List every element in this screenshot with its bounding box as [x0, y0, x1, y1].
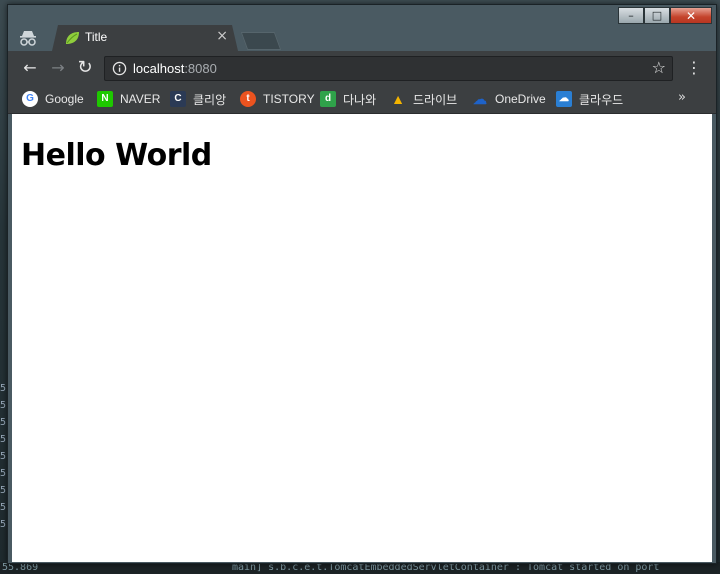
- tab-strip: Title ×: [8, 23, 716, 51]
- danawa-icon: d: [320, 91, 336, 107]
- bookmark-label: 클라우드: [579, 92, 624, 107]
- browser-toolbar: ← → ↻ localhost:8080 ☆ ⋮: [8, 51, 716, 85]
- leaf-icon: [64, 31, 80, 45]
- url-text: localhost:8080: [133, 61, 217, 76]
- info-icon[interactable]: [112, 61, 127, 76]
- bookmark-label: 클리앙: [193, 92, 227, 107]
- star-icon[interactable]: ☆: [652, 58, 666, 77]
- bookmark-label: OneDrive: [495, 92, 546, 106]
- back-button[interactable]: ←: [19, 57, 41, 79]
- bookmarks-bar: G Google N NAVER C 클리앙 t TISTORY d 다나와 ▲…: [8, 85, 716, 114]
- browser-window: – □ ✕ Title × ← → ↻ localhost:8080 ☆ ⋮ G…: [7, 4, 717, 564]
- bookmark-google[interactable]: G Google: [22, 90, 84, 108]
- bookmark-naver[interactable]: N NAVER: [97, 90, 160, 108]
- close-window-button[interactable]: ✕: [670, 7, 712, 24]
- bookmarks-more-icon[interactable]: »: [678, 90, 686, 105]
- incognito-icon: [20, 31, 36, 46]
- bookmark-onedrive[interactable]: ☁ OneDrive: [472, 90, 546, 108]
- bookmark-danawa[interactable]: d 다나와: [320, 90, 376, 108]
- tab-close-icon[interactable]: ×: [216, 28, 228, 44]
- tab-title: Title: [85, 30, 108, 44]
- minimize-button[interactable]: –: [618, 7, 644, 24]
- tab-active[interactable]: Title ×: [52, 25, 238, 51]
- new-tab-button[interactable]: [240, 32, 282, 50]
- address-bar[interactable]: localhost:8080 ☆: [104, 56, 673, 81]
- bookmark-label: TISTORY: [263, 92, 315, 106]
- maximize-button[interactable]: □: [644, 7, 670, 24]
- page-content: Hello World: [12, 114, 712, 562]
- google-icon: G: [22, 91, 38, 107]
- naver-icon: N: [97, 91, 113, 107]
- bookmark-label: 다나와: [343, 92, 377, 107]
- bookmark-label: 드라이브: [413, 92, 458, 107]
- bookmark-label: Google: [45, 92, 84, 106]
- reload-button[interactable]: ↻: [74, 57, 96, 79]
- clien-icon: C: [170, 91, 186, 107]
- bookmark-cloud[interactable]: ☁ 클라우드: [556, 90, 623, 108]
- onedrive-icon: ☁: [473, 91, 487, 107]
- url-host: localhost: [133, 61, 185, 76]
- drive-icon: ▲: [391, 91, 405, 107]
- tistory-icon: t: [240, 91, 256, 107]
- bookmark-tistory[interactable]: t TISTORY: [240, 90, 315, 108]
- bookmark-clien[interactable]: C 클리앙: [170, 90, 226, 108]
- bookmark-drive[interactable]: ▲ 드라이브: [390, 90, 457, 108]
- window-controls: – □ ✕: [618, 7, 712, 24]
- url-port: :8080: [184, 61, 217, 76]
- bookmark-label: NAVER: [120, 92, 161, 106]
- menu-icon[interactable]: ⋮: [685, 57, 703, 79]
- page-heading: Hello World: [21, 138, 212, 173]
- cloud-icon: ☁: [556, 91, 572, 107]
- forward-button[interactable]: →: [47, 57, 69, 79]
